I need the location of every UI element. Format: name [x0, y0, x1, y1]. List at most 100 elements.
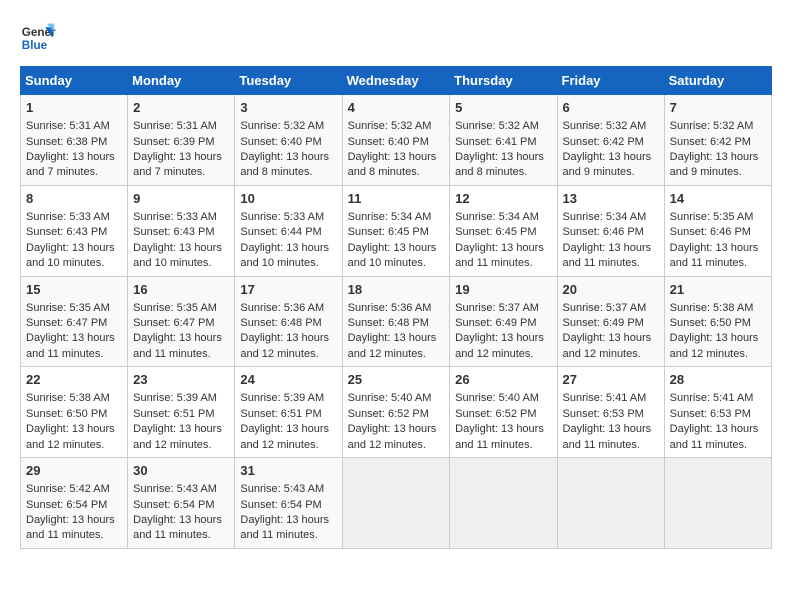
sunrise: Sunrise: 5:43 AM	[133, 483, 217, 495]
sunset: Sunset: 6:39 PM	[133, 136, 214, 148]
daylight: Daylight: 13 hours and 11 minutes.	[133, 332, 222, 359]
calendar-cell: 23Sunrise: 5:39 AMSunset: 6:51 PMDayligh…	[128, 367, 235, 458]
sunset: Sunset: 6:54 PM	[26, 499, 107, 511]
daylight: Daylight: 13 hours and 10 minutes.	[348, 242, 437, 269]
day-header-thursday: Thursday	[450, 67, 557, 95]
calendar-cell: 22Sunrise: 5:38 AMSunset: 6:50 PMDayligh…	[21, 367, 128, 458]
day-number: 22	[26, 371, 122, 389]
daylight: Daylight: 13 hours and 8 minutes.	[348, 151, 437, 178]
day-number: 26	[455, 371, 551, 389]
sunset: Sunset: 6:46 PM	[563, 226, 644, 238]
sunset: Sunset: 6:52 PM	[348, 408, 429, 420]
daylight: Daylight: 13 hours and 12 minutes.	[348, 332, 437, 359]
day-number: 7	[670, 99, 766, 117]
sunrise: Sunrise: 5:32 AM	[563, 120, 647, 132]
calendar-cell: 21Sunrise: 5:38 AMSunset: 6:50 PMDayligh…	[664, 276, 771, 367]
day-number: 17	[240, 281, 336, 299]
sunrise: Sunrise: 5:38 AM	[26, 392, 110, 404]
sunset: Sunset: 6:38 PM	[26, 136, 107, 148]
daylight: Daylight: 13 hours and 11 minutes.	[670, 242, 759, 269]
calendar-cell: 14Sunrise: 5:35 AMSunset: 6:46 PMDayligh…	[664, 185, 771, 276]
sunset: Sunset: 6:51 PM	[240, 408, 321, 420]
daylight: Daylight: 13 hours and 8 minutes.	[455, 151, 544, 178]
page-header: General Blue	[20, 20, 772, 56]
sunrise: Sunrise: 5:33 AM	[26, 211, 110, 223]
daylight: Daylight: 13 hours and 8 minutes.	[240, 151, 329, 178]
sunrise: Sunrise: 5:35 AM	[133, 302, 217, 314]
daylight: Daylight: 13 hours and 12 minutes.	[670, 332, 759, 359]
day-number: 23	[133, 371, 229, 389]
calendar-cell: 20Sunrise: 5:37 AMSunset: 6:49 PMDayligh…	[557, 276, 664, 367]
day-number: 14	[670, 190, 766, 208]
sunrise: Sunrise: 5:38 AM	[670, 302, 754, 314]
daylight: Daylight: 13 hours and 11 minutes.	[455, 423, 544, 450]
sunset: Sunset: 6:43 PM	[133, 226, 214, 238]
sunrise: Sunrise: 5:39 AM	[133, 392, 217, 404]
day-number: 2	[133, 99, 229, 117]
daylight: Daylight: 13 hours and 9 minutes.	[670, 151, 759, 178]
day-number: 12	[455, 190, 551, 208]
daylight: Daylight: 13 hours and 11 minutes.	[670, 423, 759, 450]
calendar-week-4: 22 Sunrise: 5:38 AM Sunset: 6:50 PM Dayligh…	[21, 367, 772, 458]
sunrise: Sunrise: 5:39 AM	[240, 392, 324, 404]
sunset: Sunset: 6:45 PM	[348, 226, 429, 238]
day-number: 1	[26, 99, 122, 117]
sunset: Sunset: 6:50 PM	[26, 408, 107, 420]
calendar-week-2: 8Sunrise: 5:33 AMSunset: 6:43 PMDaylight…	[21, 185, 772, 276]
daylight: Daylight: 13 hours and 11 minutes.	[133, 514, 222, 541]
day-number: 29	[26, 462, 122, 480]
daylight: Daylight: 13 hours and 7 minutes.	[26, 151, 115, 178]
sunset: Sunset: 6:42 PM	[563, 136, 644, 148]
calendar-cell: 28 Sunrise: 5:41 AM Sunset: 6:53 PM Dayligh…	[664, 367, 771, 458]
sunrise: Sunrise: 5:32 AM	[348, 120, 432, 132]
sunset: Sunset: 6:54 PM	[240, 499, 321, 511]
day-header-tuesday: Tuesday	[235, 67, 342, 95]
day-number: 28	[670, 371, 766, 389]
sunrise: Sunrise: 5:32 AM	[670, 120, 754, 132]
calendar-cell: 13Sunrise: 5:34 AMSunset: 6:46 PMDayligh…	[557, 185, 664, 276]
sunrise: Sunrise: 5:35 AM	[26, 302, 110, 314]
day-number: 19	[455, 281, 551, 299]
sunrise: Sunrise: 5:41 AM	[670, 392, 754, 404]
day-number: 25	[348, 371, 445, 389]
calendar-week-3: 15Sunrise: 5:35 AMSunset: 6:47 PMDayligh…	[21, 276, 772, 367]
daylight: Daylight: 13 hours and 11 minutes.	[240, 514, 329, 541]
day-header-saturday: Saturday	[664, 67, 771, 95]
sunrise: Sunrise: 5:34 AM	[455, 211, 539, 223]
logo: General Blue	[20, 20, 56, 56]
calendar-cell: 7 Sunrise: 5:32 AM Sunset: 6:42 PM Daylight…	[664, 95, 771, 186]
sunset: Sunset: 6:40 PM	[348, 136, 429, 148]
daylight: Daylight: 13 hours and 12 minutes.	[348, 423, 437, 450]
calendar-cell: 15Sunrise: 5:35 AMSunset: 6:47 PMDayligh…	[21, 276, 128, 367]
daylight: Daylight: 13 hours and 11 minutes.	[455, 242, 544, 269]
calendar-cell: 4Sunrise: 5:32 AMSunset: 6:40 PMDaylight…	[342, 95, 450, 186]
sunset: Sunset: 6:49 PM	[563, 317, 644, 329]
calendar-cell	[450, 458, 557, 549]
sunrise: Sunrise: 5:40 AM	[348, 392, 432, 404]
calendar-cell: 27Sunrise: 5:41 AMSunset: 6:53 PMDayligh…	[557, 367, 664, 458]
daylight: Daylight: 13 hours and 12 minutes.	[455, 332, 544, 359]
sunset: Sunset: 6:49 PM	[455, 317, 536, 329]
sunset: Sunset: 6:40 PM	[240, 136, 321, 148]
sunrise: Sunrise: 5:31 AM	[133, 120, 217, 132]
day-number: 13	[563, 190, 659, 208]
sunset: Sunset: 6:45 PM	[455, 226, 536, 238]
sunset: Sunset: 6:52 PM	[455, 408, 536, 420]
daylight: Daylight: 13 hours and 11 minutes.	[26, 514, 115, 541]
sunset: Sunset: 6:42 PM	[670, 136, 751, 148]
sunset: Sunset: 6:53 PM	[670, 408, 751, 420]
calendar-cell: 19 Sunrise: 5:37 AM Sunset: 6:49 PM Dayligh…	[450, 276, 557, 367]
calendar-cell: 17Sunrise: 5:36 AMSunset: 6:48 PMDayligh…	[235, 276, 342, 367]
daylight: Daylight: 13 hours and 10 minutes.	[240, 242, 329, 269]
day-number: 30	[133, 462, 229, 480]
calendar-cell: 5Sunrise: 5:32 AMSunset: 6:41 PMDaylight…	[450, 95, 557, 186]
calendar-cell: 25 Sunrise: 5:40 AM Sunset: 6:52 PM Dayligh…	[342, 367, 450, 458]
day-number: 21	[670, 281, 766, 299]
daylight: Daylight: 13 hours and 12 minutes.	[563, 332, 652, 359]
calendar-cell: 30Sunrise: 5:43 AMSunset: 6:54 PMDayligh…	[128, 458, 235, 549]
calendar-week-1: 1 Sunrise: 5:31 AM Sunset: 6:38 PM Daylight…	[21, 95, 772, 186]
day-number: 15	[26, 281, 122, 299]
sunrise: Sunrise: 5:37 AM	[455, 302, 539, 314]
sunset: Sunset: 6:41 PM	[455, 136, 536, 148]
daylight: Daylight: 13 hours and 10 minutes.	[133, 242, 222, 269]
